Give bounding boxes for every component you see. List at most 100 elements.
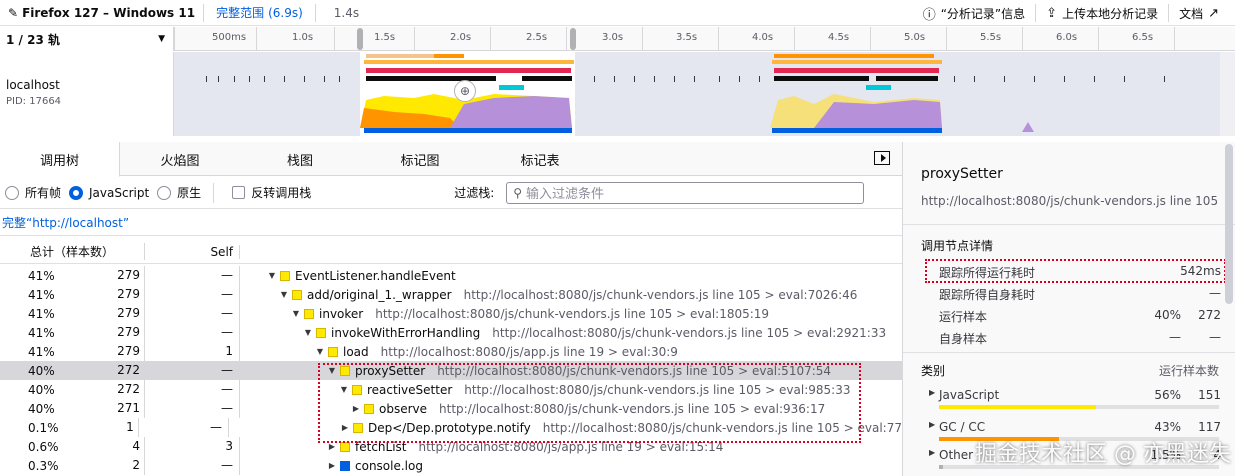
process-track[interactable]: localhost PID: 17664 ⊕ — [0, 52, 1235, 136]
radio-icon — [157, 185, 172, 200]
total-percent: 41% — [28, 344, 55, 359]
expanded-twisty-icon[interactable]: ▼ — [302, 328, 314, 337]
selection-handle[interactable] — [570, 28, 576, 50]
table-row[interactable]: 41% 279 1 ▼ load http://localhost:8080/js/app… — [0, 342, 902, 361]
time-tick-label: 2.0s — [450, 32, 472, 43]
tab-stack-chart[interactable]: 栈图 — [240, 142, 360, 176]
table-row[interactable]: 0.3% 2— ▶ console.log — [0, 456, 902, 475]
collapsed-twisty-icon[interactable]: ▶ — [326, 442, 338, 451]
radio-selected-icon — [69, 185, 84, 200]
expanded-twisty-icon[interactable]: ▼ — [290, 309, 302, 318]
tab-flame-graph[interactable]: 火焰图 — [120, 142, 240, 176]
collapsed-twisty-icon[interactable]: ▶ — [929, 448, 939, 462]
category-row[interactable]: ▶ JavaScript 56% 151 — [929, 388, 1221, 402]
radio-javascript[interactable]: JavaScript — [69, 185, 149, 200]
category-percent: 56% — [1154, 388, 1181, 402]
tick-line — [794, 27, 795, 51]
total-percent: 40% — [28, 363, 55, 378]
total-column-header: 总计（样本数） — [0, 243, 145, 260]
magnifier-icon: ⊕ — [459, 84, 471, 98]
invert-call-stack-checkbox[interactable]: 反转调用栈 — [232, 184, 311, 201]
self-samples: — — [145, 399, 240, 418]
tab-call-tree[interactable]: 调用树 — [0, 142, 120, 177]
time-tick-label: 6.5s — [1132, 32, 1154, 43]
category-bar-fill — [939, 465, 944, 469]
filter-search-input[interactable]: ⚲ 输入过滤条件 — [506, 181, 865, 204]
track-pid: PID: 17664 — [6, 96, 62, 107]
tick-line — [1174, 27, 1175, 51]
tab-marker-chart[interactable]: 标记图 — [360, 142, 480, 176]
upload-icon: ⇪ — [1046, 5, 1058, 21]
total-samples: 2 — [68, 456, 145, 475]
track-count-button[interactable]: 1 / 23 轨 ▼ — [0, 27, 174, 51]
category-count: 117 — [1198, 420, 1221, 434]
self-column-header: Self — [145, 244, 240, 259]
filter-bar: 所有帧 JavaScript 原生 反转调用栈 过滤栈: ⚲ 输入过滤条件 — [0, 177, 902, 209]
divider — [903, 224, 1235, 225]
table-row[interactable]: 41% 279— ▼ invokeWithErrorHandling http://lo… — [0, 323, 902, 342]
function-cell: ▶ console.log — [240, 459, 435, 473]
tick-line — [1022, 27, 1023, 51]
profile-name-button[interactable]: ✎ Firefox 127 – Windows 11 — [0, 0, 203, 26]
table-row[interactable]: 41% 279— ▼ EventListener.handleEvent — [0, 266, 902, 285]
pencil-icon: ✎ — [8, 5, 19, 20]
external-link-icon: ↗ — [1208, 5, 1219, 21]
self-samples: 3 — [145, 437, 240, 456]
category-row[interactable]: ▶ GC / CC 43% 117 — [929, 420, 1221, 434]
tick-line — [870, 27, 871, 51]
expanded-twisty-icon[interactable]: ▼ — [314, 347, 326, 356]
sidebar-toggle-button[interactable] — [874, 151, 890, 165]
function-cell: ▼ EventListener.handleEvent — [240, 269, 468, 283]
collapsed-twisty-icon[interactable]: ▶ — [929, 388, 939, 402]
time-ticks: 500ms 1.0s 1.5s 2.0s 2.5s 3.0s 3.5s 4.0s 4.5s 5.0… — [174, 27, 1220, 51]
category-header: 类别 运行样本数 — [921, 364, 1219, 378]
collapsed-twisty-icon[interactable]: ▶ — [326, 461, 338, 470]
function-cell: ▼ load http://localhost:8080/js/app.js lin… — [240, 345, 678, 359]
category-percent: 43% — [1154, 420, 1181, 434]
self-samples: — — [145, 285, 240, 304]
total-samples: 279 — [68, 323, 145, 342]
collapsed-twisty-icon[interactable]: ▶ — [929, 420, 939, 434]
track-scrollbar[interactable] — [1220, 52, 1235, 136]
total-samples: 272 — [68, 380, 145, 399]
upload-button[interactable]: ⇪ 上传本地分析记录 — [1036, 0, 1168, 26]
selection-handle[interactable] — [357, 28, 363, 50]
time-tick-label: 6.0s — [1056, 32, 1078, 43]
tab-marker-table[interactable]: 标记表 — [480, 142, 600, 176]
function-source: http://localhost:8080/js/chunk-vendors.j… — [492, 325, 887, 340]
checkbox-icon — [232, 186, 246, 199]
activity-graph[interactable]: ⊕ — [174, 52, 1220, 136]
expanded-twisty-icon[interactable]: ▼ — [266, 271, 278, 280]
radio-native[interactable]: 原生 — [157, 184, 201, 201]
function-name: invokeWithErrorHandling — [331, 325, 481, 340]
radio-all-frames[interactable]: 所有帧 — [5, 184, 61, 201]
highlight-box — [318, 363, 861, 443]
total-percent: 41% — [28, 325, 55, 340]
total-samples: 279 — [68, 304, 145, 323]
category-swatch-icon — [292, 289, 302, 300]
tick-line — [718, 27, 719, 51]
breadcrumb[interactable]: 完整“http://localhost” — [0, 210, 902, 236]
table-row[interactable]: 41% 279— ▼ add/original_1._wrapper http://lo… — [0, 285, 902, 304]
self-samples: 自身样本 — — — [939, 330, 1221, 346]
function-name: EventListener.handleEvent — [295, 268, 456, 283]
divider — [213, 182, 215, 203]
tick-line — [642, 27, 643, 51]
table-row[interactable]: 41% 279— ▼ invoker http://localhost:8080/js/… — [0, 304, 902, 323]
sidebar-scrollbar[interactable] — [1225, 144, 1233, 304]
column-header: 总计（样本数） Self — [0, 240, 902, 264]
expanded-twisty-icon[interactable]: ▼ — [278, 290, 290, 299]
radio-icon — [5, 185, 19, 200]
zoom-button[interactable]: ⊕ — [454, 80, 476, 102]
total-samples: 1 — [66, 418, 139, 437]
docs-button[interactable]: 文档 ↗ — [1169, 0, 1229, 26]
divider — [903, 352, 1235, 353]
tick-line — [566, 27, 567, 51]
running-samples: 运行样本 40% 272 — [939, 308, 1221, 324]
full-range-breadcrumb[interactable]: 完整范围 (6.9s) — [204, 4, 315, 21]
profile-info-button[interactable]: ⓘ “分析记录”信息 — [913, 0, 1035, 26]
total-percent: 0.1% — [28, 420, 59, 435]
category-swatch-icon — [340, 441, 350, 452]
track-label[interactable]: localhost PID: 17664 — [0, 52, 174, 136]
total-percent: 0.6% — [28, 439, 59, 454]
